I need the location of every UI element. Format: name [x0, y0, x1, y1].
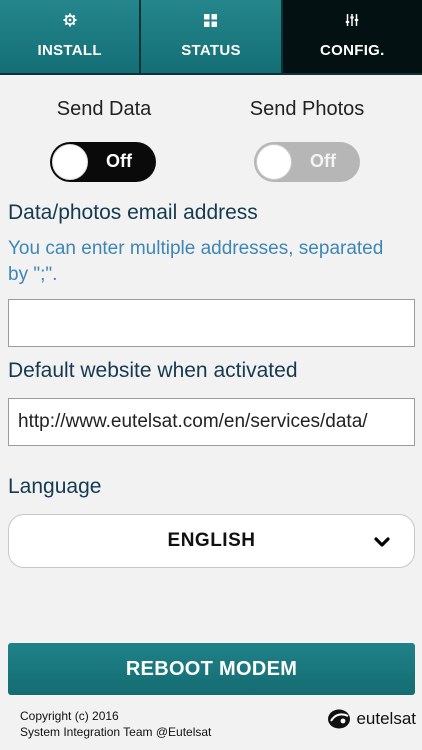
reboot-modem-button[interactable]: REBOOT MODEM [8, 643, 415, 695]
copyright-line1: Copyright (c) 2016 [20, 709, 119, 723]
tab-install[interactable]: INSTALL [0, 0, 142, 73]
website-heading: Default website when activated [8, 359, 298, 382]
send-photos-state: Off [310, 151, 336, 171]
gear-icon [62, 12, 78, 28]
brand-name: eutelsat [356, 709, 416, 728]
language-heading: Language [8, 475, 102, 498]
switch-knob [256, 144, 292, 180]
tab-bar: INSTALL STATUS CONFIG. [0, 0, 422, 75]
language-select[interactable]: ENGLISH [8, 514, 415, 568]
language-selected-value: ENGLISH [167, 530, 256, 551]
send-data-label: Send Data [56, 98, 152, 120]
tab-status-label: STATUS [181, 42, 241, 59]
website-input[interactable] [8, 398, 415, 446]
send-data-state: Off [106, 151, 132, 171]
tab-config-label: CONFIG. [320, 42, 385, 59]
toggle-labels: Send Data Send Photos [0, 98, 422, 124]
grid-icon [203, 12, 219, 28]
sliders-icon [344, 12, 360, 28]
tab-status[interactable]: STATUS [141, 0, 283, 73]
chevron-down-icon [374, 535, 390, 549]
eutelsat-logo-icon [327, 708, 351, 730]
copyright: Copyright (c) 2016 System Integration Te… [20, 708, 211, 740]
tab-config[interactable]: CONFIG. [282, 0, 422, 73]
email-note: You can enter multiple addresses, separa… [8, 238, 384, 285]
send-data-switch[interactable]: Off [50, 142, 156, 182]
send-photos-switch[interactable]: Off [254, 142, 360, 182]
config-screen: INSTALL STATUS CONFIG. Send Data Send Ph… [0, 0, 422, 750]
tab-install-label: INSTALL [37, 42, 102, 59]
email-heading: Data/photos email address [8, 201, 258, 224]
send-photos-label: Send Photos [249, 98, 365, 120]
email-input[interactable] [8, 299, 415, 347]
copyright-line2: System Integration Team @Eutelsat [20, 725, 212, 739]
eutelsat-brand: eutelsat [327, 708, 416, 730]
switch-knob [52, 144, 88, 180]
